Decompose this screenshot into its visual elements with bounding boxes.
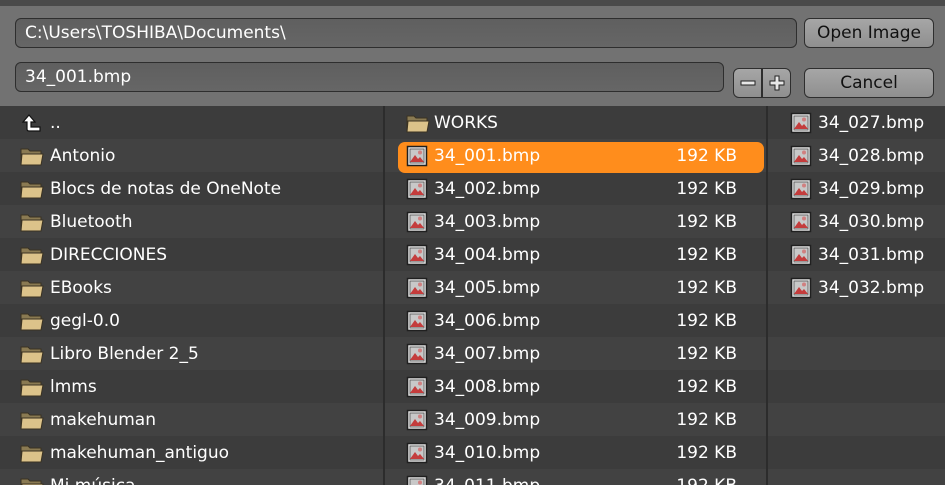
open-image-button[interactable]: Open Image <box>804 18 934 48</box>
file-browser-header: C:\Users\TOSHIBA\Documents\ Open Image 3… <box>0 0 945 106</box>
decrement-button[interactable] <box>733 68 762 98</box>
minus-icon <box>740 80 756 86</box>
directory-path-field[interactable]: C:\Users\TOSHIBA\Documents\ <box>15 18 797 48</box>
file-name-field[interactable]: 34_001.bmp <box>15 62 724 92</box>
increment-button[interactable] <box>762 68 791 98</box>
plus-icon <box>769 75 785 91</box>
cancel-button[interactable]: Cancel <box>804 68 934 98</box>
selection-highlight <box>398 142 764 173</box>
file-column-1 <box>0 106 383 485</box>
file-column-3 <box>768 106 945 485</box>
file-list: .. Antonio Blocs de notas de OneNote Blueto… <box>0 106 945 485</box>
